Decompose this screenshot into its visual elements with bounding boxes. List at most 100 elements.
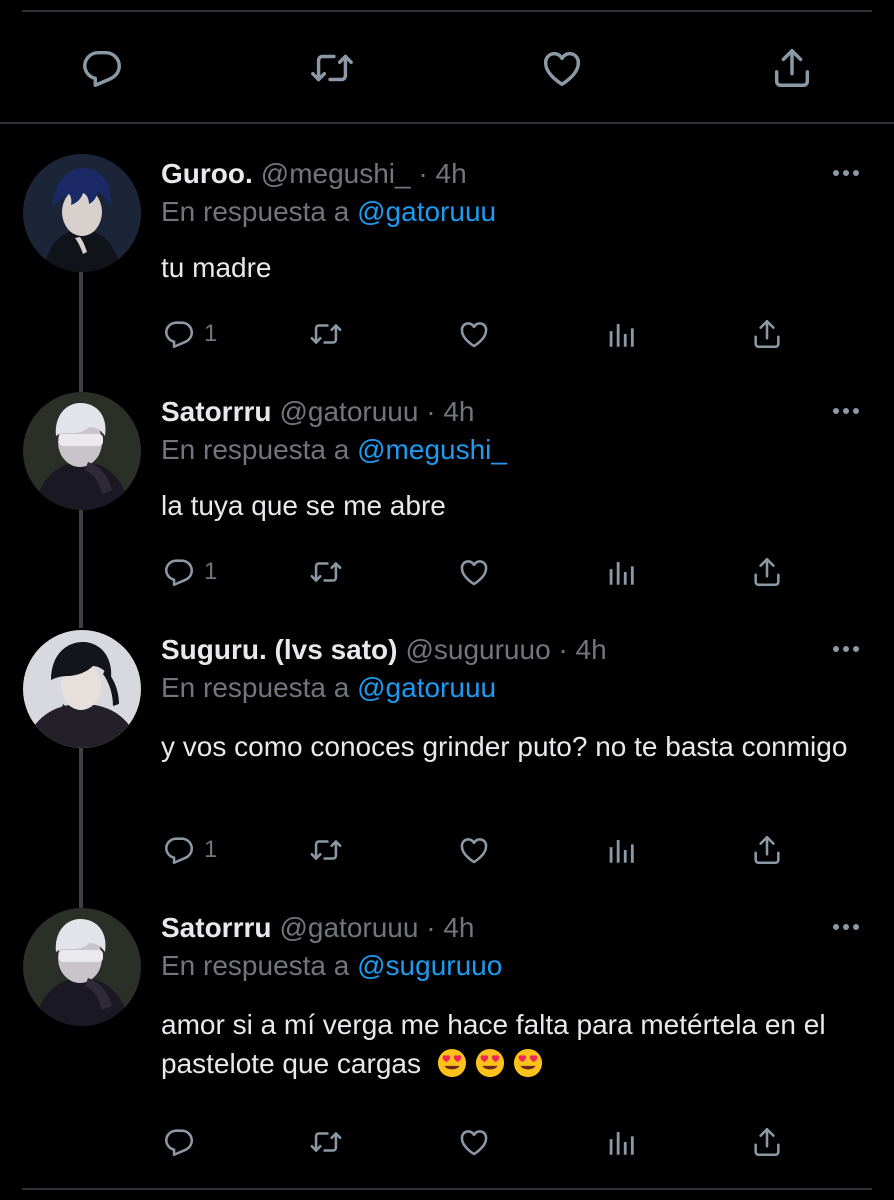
- retweet-button[interactable]: [309, 1122, 343, 1162]
- heart-eyes-emoji: [475, 1048, 505, 1078]
- reply-button[interactable]: [162, 1122, 204, 1162]
- avatar-white-hair-blindfold: [23, 392, 141, 510]
- share-button[interactable]: [750, 552, 784, 592]
- reply-icon: [162, 833, 196, 867]
- timestamp[interactable]: 4h: [443, 396, 474, 427]
- retweet-icon: [309, 45, 355, 91]
- reply-mention[interactable]: @gatoruuu: [357, 196, 496, 227]
- bottom-divider: [22, 1188, 872, 1190]
- analytics-icon: [604, 1125, 638, 1159]
- tweet-text: la tuya que se me abre: [161, 490, 446, 521]
- share-button[interactable]: [762, 38, 822, 98]
- tweet-text: amor si a mí verga me hace falta para me…: [161, 1005, 841, 1083]
- user-handle[interactable]: @megushi_: [261, 158, 411, 189]
- reply-context: En respuesta a @gatoruuu: [161, 192, 496, 232]
- retweet-button[interactable]: [309, 552, 343, 592]
- share-icon: [750, 317, 784, 351]
- like-button[interactable]: [457, 314, 491, 354]
- tweet-header: Suguru. (lvs sato) @suguruuo · 4h: [161, 630, 607, 670]
- share-button[interactable]: [750, 314, 784, 354]
- separator: ·: [426, 912, 436, 943]
- like-button[interactable]: [457, 552, 491, 592]
- reply-button[interactable]: 1: [162, 552, 217, 592]
- avatar[interactable]: [23, 392, 141, 510]
- analytics-button[interactable]: [604, 830, 638, 870]
- user-handle[interactable]: @gatoruuu: [279, 396, 418, 427]
- reply-tweet[interactable]: Suguru. (lvs sato) @suguruuo · 4h En resp…: [0, 630, 894, 880]
- more-options-button[interactable]: [826, 396, 866, 426]
- tweet-header: Satorrru @gatoruuu · 4h: [161, 908, 474, 948]
- reply-count: 1: [204, 320, 218, 347]
- timestamp[interactable]: 4h: [436, 158, 467, 189]
- heart-icon: [457, 1125, 491, 1159]
- share-button[interactable]: [750, 1122, 784, 1162]
- display-name[interactable]: Guroo.: [161, 158, 253, 189]
- reply-icon: [162, 555, 196, 589]
- reply-mention[interactable]: @megushi_: [357, 434, 507, 465]
- user-handle[interactable]: @suguruuo: [405, 634, 550, 665]
- reply-tweet[interactable]: Guroo. @megushi_ · 4h En respuesta a @gat…: [0, 154, 894, 364]
- heart-eyes-emoji: [513, 1048, 543, 1078]
- avatar-white-hair-blindfold: [23, 908, 141, 1026]
- share-icon: [750, 833, 784, 867]
- tweet-header: Guroo. @megushi_ · 4h: [161, 154, 467, 194]
- reply-button[interactable]: [72, 38, 132, 98]
- avatar[interactable]: [23, 908, 141, 1026]
- tweet-header: Satorrru @gatoruuu · 4h: [161, 392, 474, 432]
- reply-count: 1: [204, 558, 218, 585]
- reply-context: En respuesta a @gatoruuu: [161, 668, 496, 708]
- reply-button[interactable]: 1: [162, 830, 217, 870]
- tweet-text: y vos como conoces grinder puto? no te b…: [161, 731, 848, 762]
- reply-mention[interactable]: @suguruuo: [357, 950, 502, 981]
- reply-tweet[interactable]: Satorrru @gatoruuu · 4h En respuesta a @m…: [0, 392, 894, 602]
- reply-mention[interactable]: @gatoruuu: [357, 672, 496, 703]
- like-button[interactable]: [532, 38, 592, 98]
- more-icon: [831, 169, 861, 177]
- analytics-button[interactable]: [604, 552, 638, 592]
- separator: ·: [558, 634, 568, 665]
- share-button[interactable]: [750, 830, 784, 870]
- retweet-icon: [309, 833, 343, 867]
- analytics-button[interactable]: [604, 314, 638, 354]
- avatar-black-hair: [23, 630, 141, 748]
- tweet-actions: 1: [0, 552, 894, 592]
- share-icon: [750, 1125, 784, 1159]
- timestamp[interactable]: 4h: [443, 912, 474, 943]
- retweet-icon: [309, 1125, 343, 1159]
- display-name[interactable]: Satorrru: [161, 912, 271, 943]
- display-name[interactable]: Suguru. (lvs sato): [161, 634, 397, 665]
- reply-prefix: En respuesta a: [161, 950, 350, 981]
- tweet-actions: 1: [0, 830, 894, 870]
- reply-button[interactable]: 1: [162, 314, 217, 354]
- analytics-icon: [604, 555, 638, 589]
- reply-count: 1: [204, 836, 218, 863]
- reply-tweet[interactable]: Satorrru @gatoruuu · 4h En respuesta a @s…: [0, 908, 894, 1170]
- separator: ·: [426, 396, 436, 427]
- like-button[interactable]: [457, 830, 491, 870]
- reply-context: En respuesta a @megushi_: [161, 430, 507, 470]
- display-name[interactable]: Satorrru: [161, 396, 271, 427]
- more-options-button[interactable]: [826, 634, 866, 664]
- reply-prefix: En respuesta a: [161, 196, 350, 227]
- avatar[interactable]: [23, 154, 141, 272]
- user-handle[interactable]: @gatoruuu: [279, 912, 418, 943]
- timestamp[interactable]: 4h: [576, 634, 607, 665]
- heart-icon: [457, 317, 491, 351]
- retweet-button[interactable]: [309, 830, 343, 870]
- reply-icon: [79, 45, 125, 91]
- analytics-icon: [604, 317, 638, 351]
- more-options-button[interactable]: [826, 912, 866, 942]
- retweet-button[interactable]: [309, 314, 343, 354]
- analytics-button[interactable]: [604, 1122, 638, 1162]
- like-button[interactable]: [457, 1122, 491, 1162]
- more-options-button[interactable]: [826, 158, 866, 188]
- reply-context: En respuesta a @suguruuo: [161, 946, 502, 986]
- reply-prefix: En respuesta a: [161, 434, 350, 465]
- more-icon: [831, 645, 861, 653]
- retweet-button[interactable]: [302, 38, 362, 98]
- avatar[interactable]: [23, 630, 141, 748]
- tweet-actions: [0, 1122, 894, 1162]
- heart-eyes-emoji: [437, 1048, 467, 1078]
- top-divider: [22, 10, 872, 12]
- more-icon: [831, 923, 861, 931]
